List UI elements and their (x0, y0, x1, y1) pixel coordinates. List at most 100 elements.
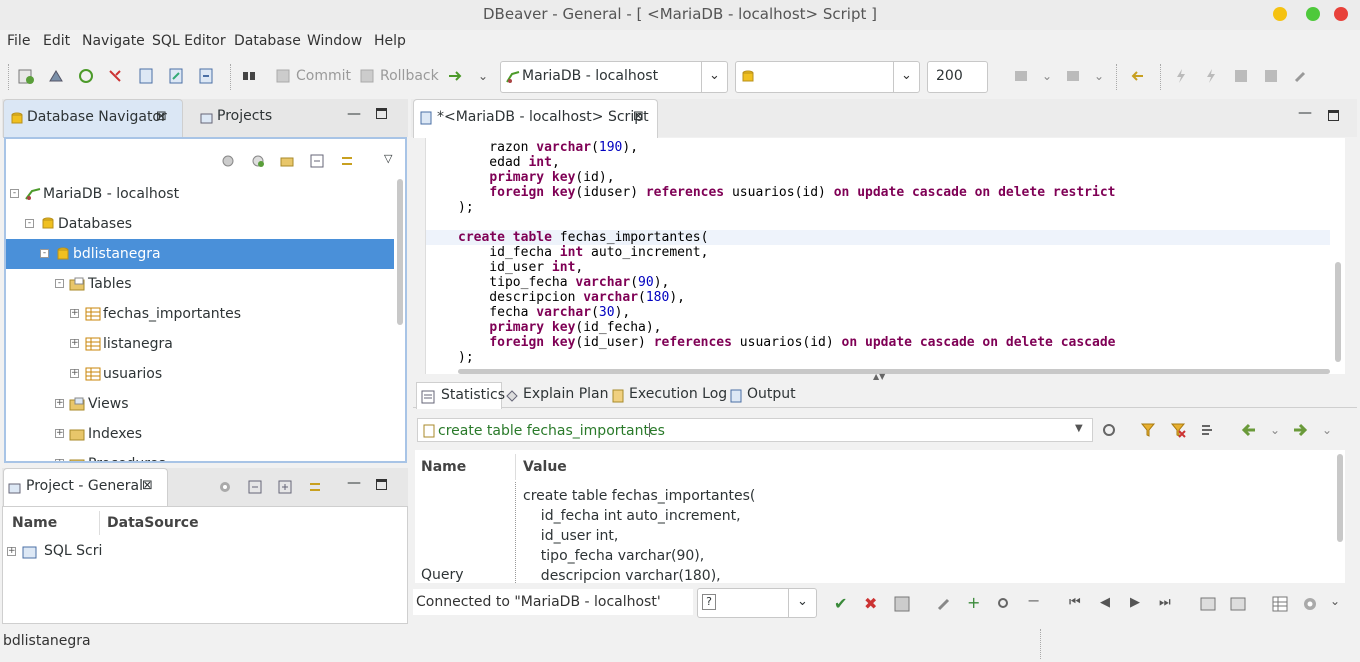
column-header-name[interactable]: Name (12, 515, 57, 531)
tab-sql-script[interactable]: *<MariaDB - localhost> Script ⊠ (413, 99, 658, 138)
splitter-toggle-icon[interactable]: ▲▼ (873, 372, 885, 381)
explain-plan-icon[interactable] (1232, 67, 1250, 85)
maximize-panel-icon[interactable] (376, 479, 387, 490)
editor-vertical-scrollbar[interactable] (1335, 262, 1341, 362)
minimize-editor-icon[interactable]: — (1298, 105, 1312, 121)
collapse-all-icon[interactable] (310, 154, 324, 168)
project-item-row[interactable]: + SQL Scri (3, 537, 407, 567)
layout-icon[interactable] (1230, 596, 1246, 612)
results-filter-input[interactable]: create table fechas_importantes ▼ (417, 418, 1093, 442)
expand-all-icon[interactable] (278, 480, 292, 494)
collapse-icon[interactable]: - (55, 279, 64, 288)
grid-icon[interactable] (1272, 596, 1288, 612)
close-tab-icon[interactable]: ⊠ (142, 478, 153, 493)
back-dropdown-chevron-icon[interactable]: ⌄ (1270, 423, 1280, 437)
column-header-name[interactable]: Name (421, 459, 466, 475)
reconnect-icon[interactable] (77, 67, 95, 85)
expand-icon[interactable]: + (55, 459, 64, 461)
previous-page-icon[interactable]: ◀ (1100, 595, 1110, 610)
schema-dropdown-chevron-icon[interactable]: ⌄ (893, 62, 919, 92)
expand-icon[interactable]: + (55, 429, 64, 438)
rollback-button[interactable]: Rollback (380, 68, 439, 84)
back-arrow-icon[interactable] (1241, 422, 1257, 438)
tab-project-general[interactable]: Project - General ⊠ (3, 468, 168, 507)
tree-node-connection[interactable]: - MariaDB - localhost (6, 179, 394, 209)
column-header-value[interactable]: Value (523, 459, 567, 475)
maximize-button[interactable] (1306, 7, 1320, 21)
transaction-selector[interactable]: ? ⌄ (697, 588, 817, 618)
forward-dropdown-chevron-icon[interactable]: ⌄ (1322, 423, 1332, 437)
add-connection-icon[interactable] (251, 154, 265, 168)
schema-selector[interactable]: ⌄ (735, 61, 920, 93)
configure-icon[interactable] (218, 480, 232, 494)
next-page-icon[interactable]: ▶ (1130, 595, 1140, 610)
transaction-log-icon[interactable] (446, 67, 464, 85)
close-button[interactable] (1334, 7, 1348, 21)
forward-arrow-icon[interactable] (1292, 422, 1308, 438)
menu-navigate[interactable]: Navigate (82, 33, 145, 49)
tab-output[interactable]: Output (728, 382, 798, 408)
tab-execution-log[interactable]: Execution Log (610, 382, 727, 408)
minimize-panel-icon[interactable]: — (347, 475, 361, 491)
menu-sql-editor[interactable]: SQL Editor (152, 33, 226, 49)
maximize-panel-icon[interactable] (376, 108, 387, 119)
delete-row-icon[interactable]: − (1027, 591, 1040, 610)
edit-icon[interactable] (936, 596, 952, 612)
transaction-dropdown-chevron-icon[interactable]: ⌄ (478, 69, 488, 83)
open-sql-script-icon[interactable] (167, 67, 185, 85)
tree-node-table[interactable]: + fechas_importantes (6, 299, 394, 329)
connection-selector[interactable]: MariaDB - localhost ⌄ (500, 61, 728, 93)
tree-node-indexes[interactable]: + Indexes (6, 419, 394, 449)
sql-code[interactable]: razon varchar(190), edad int, primary ke… (458, 140, 1115, 365)
tree-node-database-selected[interactable]: - bdlistanegra (6, 239, 394, 269)
add-row-icon[interactable]: + (967, 593, 980, 612)
format-sql-icon[interactable] (1262, 67, 1280, 85)
sql-editor-icon[interactable] (137, 67, 155, 85)
commit-button[interactable]: Commit (296, 68, 351, 84)
transaction-mode-icon[interactable] (240, 67, 258, 85)
tree-node-table[interactable]: + listanegra (6, 329, 394, 359)
import-icon[interactable] (1064, 67, 1082, 85)
last-page-icon[interactable]: ⏭ (1159, 595, 1171, 610)
expand-icon[interactable]: + (70, 339, 79, 348)
view-menu-chevron-icon[interactable]: ▽ (384, 152, 392, 165)
export-dropdown-chevron-icon[interactable]: ⌄ (1042, 69, 1052, 83)
navigator-scrollbar[interactable] (397, 179, 403, 325)
settings-dropdown-chevron-icon[interactable]: ⌄ (1330, 594, 1340, 608)
tree-node-databases[interactable]: - Databases (6, 209, 394, 239)
close-tab-icon[interactable]: ⊠ (633, 109, 644, 124)
menu-help[interactable]: Help (374, 33, 406, 49)
save-grid-icon[interactable] (894, 596, 910, 612)
minimize-button[interactable] (1273, 7, 1287, 21)
menu-database[interactable]: Database (234, 33, 301, 49)
link-with-editor-icon[interactable] (340, 154, 354, 168)
filter-settings-icon[interactable] (1200, 422, 1216, 438)
cancel-x-icon[interactable]: ✖ (864, 594, 877, 613)
export-icon[interactable] (1012, 67, 1030, 85)
tab-projects[interactable]: Projects (190, 99, 275, 137)
clear-filter-icon[interactable] (1170, 422, 1186, 438)
new-folder-icon[interactable] (221, 154, 235, 168)
settings-wrench-icon[interactable] (1292, 67, 1310, 85)
recent-sql-script-icon[interactable] (197, 67, 215, 85)
execute-icon[interactable] (1172, 67, 1190, 85)
new-connection-icon[interactable] (17, 67, 35, 85)
close-tab-icon[interactable]: ⊠ (156, 109, 167, 124)
apply-check-icon[interactable]: ✔ (834, 594, 847, 613)
tree-node-table[interactable]: + usuarios (6, 359, 394, 389)
tab-explain-plan[interactable]: Explain Plan (504, 382, 608, 408)
collapse-icon[interactable]: - (10, 189, 19, 198)
panels-icon[interactable] (1200, 596, 1216, 612)
editor-horizontal-scrollbar[interactable] (458, 369, 1330, 374)
maximize-editor-icon[interactable] (1328, 110, 1339, 121)
collapse-all-icon[interactable] (248, 480, 262, 494)
minimize-panel-icon[interactable]: — (347, 106, 361, 122)
execute-script-icon[interactable] (1202, 67, 1220, 85)
expand-icon[interactable]: + (70, 369, 79, 378)
sql-editor[interactable]: razon varchar(190), edad int, primary ke… (425, 138, 1345, 374)
collapse-icon[interactable]: - (25, 219, 34, 228)
tab-database-navigator[interactable]: Database Navigator ⊠ (3, 99, 183, 138)
import-dropdown-chevron-icon[interactable]: ⌄ (1094, 69, 1104, 83)
transaction-dropdown-chevron-icon[interactable]: ⌄ (788, 589, 816, 617)
copy-row-icon[interactable] (996, 596, 1012, 612)
